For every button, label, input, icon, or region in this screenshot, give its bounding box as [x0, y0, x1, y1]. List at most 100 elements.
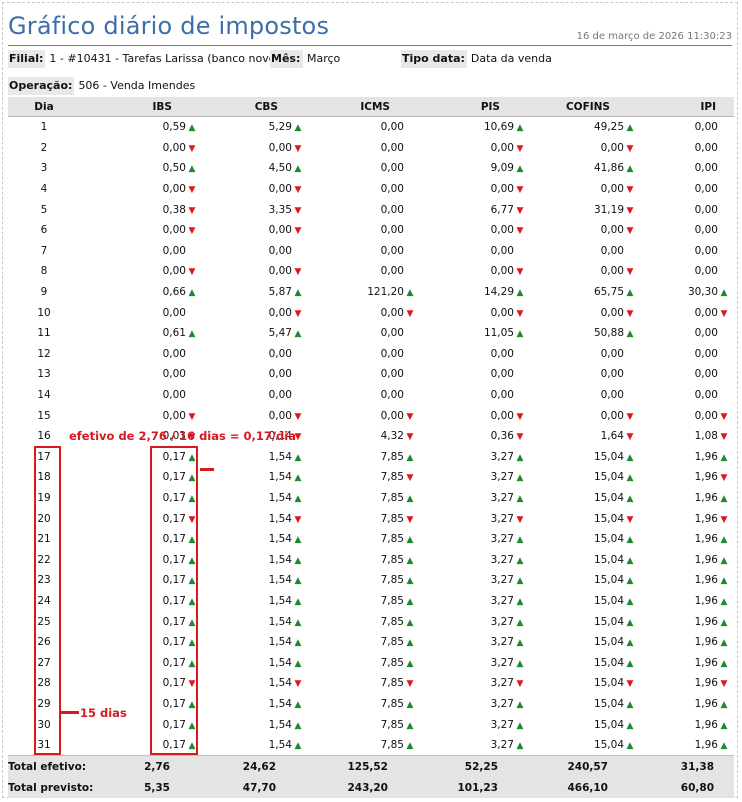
cell-value: 7,85 [380, 697, 404, 710]
cell-ipi: 1,96 ▲ [640, 714, 734, 735]
cell-value: 0,00 [600, 244, 624, 257]
cell-value: 11,05 [483, 327, 514, 340]
cell-dia: 1 [40, 121, 48, 134]
cell-value: 0,00 [380, 162, 404, 175]
arrow-down-icon: ▼ [406, 473, 414, 484]
cell-cbs: 1,54 ▲ [202, 652, 308, 673]
arrow-down-icon: ▼ [626, 679, 634, 690]
cell-pis: 3,27 ▲ [420, 570, 530, 591]
cell-value: 0,00 [380, 368, 404, 381]
arrow-down-icon: ▼ [294, 514, 302, 525]
cell-value: 5,29 [268, 121, 292, 134]
cell-dia: 3 [40, 162, 48, 175]
cell-value: 3,35 [268, 203, 292, 216]
arrow-up-icon: ▲ [626, 596, 634, 607]
cell-cbs: 0,00 [202, 385, 308, 406]
cell-pis: 0,00 ▼ [420, 302, 530, 323]
arrow-down-icon: ▼ [294, 679, 302, 690]
cell-value: 1,96 [694, 739, 718, 752]
cell-value: 0,00 [380, 121, 404, 134]
cell-value: 50,88 [593, 327, 624, 340]
arrow-down-icon: ▼ [188, 205, 196, 216]
cell-value: 7,85 [380, 450, 404, 463]
column-header-icms: ICMS [308, 97, 420, 117]
cell-pis: 0,00 [420, 385, 530, 406]
cell-value: 1,08 [694, 430, 718, 443]
arrow-up-icon: ▲ [720, 658, 728, 669]
cell-pis: 0,36 ▼ [420, 426, 530, 447]
arrow-up-icon: ▲ [188, 329, 196, 340]
cell-ipi: 0,00 [640, 323, 734, 344]
cell-cofins: 50,88 ▲ [530, 323, 640, 344]
cell-ibs: 0,59 ▲ [80, 117, 202, 138]
table-row: 9 0,66 ▲ 5,87 ▲ 121,20 ▲ 14,29 ▲ 65,75 ▲ 30,30 ▲ [8, 282, 734, 303]
cell-value: 7,85 [380, 677, 404, 690]
cell-value: 49,25 [593, 121, 624, 134]
arrow-up-icon: ▲ [626, 555, 634, 566]
cell-value: 0,00 [380, 244, 404, 257]
cell-cbs: 1,54 ▲ [202, 529, 308, 550]
cell-cbs: 1,54 ▲ [202, 735, 308, 756]
arrow-up-icon: ▲ [720, 493, 728, 504]
cell-pis: 0,00 ▼ [420, 179, 530, 200]
days-annotation-connector [61, 711, 79, 714]
arrow-up-icon: ▲ [406, 658, 414, 669]
cell-dia: 13 [37, 368, 51, 381]
cell-value: 0,00 [268, 347, 292, 360]
cell-value: 0,00 [694, 183, 718, 196]
cell-value: 15,04 [593, 533, 624, 546]
cell-icms: 0,00 [308, 385, 420, 406]
arrow-up-icon: ▲ [626, 576, 634, 587]
cell-value: 1,54 [268, 491, 292, 504]
cell-value: 121,20 [367, 286, 404, 299]
arrow-up-icon: ▲ [406, 576, 414, 587]
table-row: 25 0,17 ▲ 1,54 ▲ 7,85 ▲ 3,27 ▲ 15,04 ▲ 1,96 ▲ [8, 611, 734, 632]
cell-dia: 5 [40, 203, 48, 216]
cell-ipi: 1,96 ▲ [640, 549, 734, 570]
total-cofins: 240,57 [530, 755, 640, 778]
cell-pis: 3,27 ▲ [420, 611, 530, 632]
cell-icms: 0,00 [308, 241, 420, 262]
cell-ibs: 0,00 ▼ [80, 261, 202, 282]
cell-value: 0,00 [600, 368, 624, 381]
arrow-down-icon: ▼ [188, 143, 196, 154]
column-header-ipi: IPI [640, 97, 734, 117]
cell-value: 3,27 [490, 615, 514, 628]
cell-value: 0,00 [694, 306, 718, 319]
arrow-up-icon: ▲ [626, 473, 634, 484]
cell-icms: 7,85 ▲ [308, 632, 420, 653]
cell-value: 1,96 [694, 574, 718, 587]
cell-value: 0,00 [694, 162, 718, 175]
cell-cbs: 1,54 ▲ [202, 632, 308, 653]
arrow-up-icon: ▲ [516, 452, 524, 463]
cell-cbs: 0,00 ▼ [202, 405, 308, 426]
table-row: 6 0,00 ▼ 0,00 ▼ 0,00 0,00 ▼ 0,00 ▼ 0,00 [8, 220, 734, 241]
cell-value: 0,00 [694, 368, 718, 381]
cell-pis: 0,00 ▼ [420, 405, 530, 426]
cell-dia: 7 [40, 244, 48, 257]
cell-value: 0,00 [380, 389, 404, 402]
cell-value: 0,00 [162, 306, 186, 319]
cell-value: 0,00 [380, 224, 404, 237]
cell-value: 7,85 [380, 636, 404, 649]
cell-value: 3,27 [490, 574, 514, 587]
arrow-up-icon: ▲ [720, 555, 728, 566]
cell-ibs: 0,00 ▼ [80, 138, 202, 159]
report-title: Gráfico diário de impostos [8, 12, 330, 40]
cell-cbs: 0,00 [202, 364, 308, 385]
arrow-up-icon: ▲ [626, 638, 634, 649]
arrow-up-icon: ▲ [516, 617, 524, 628]
arrow-up-icon: ▲ [720, 452, 728, 463]
filter-filial: Filial: 1 - #10431 - Tarefas Larissa (ban… [8, 50, 280, 68]
cell-value: 7,85 [380, 533, 404, 546]
cell-cbs: 1,54 ▼ [202, 673, 308, 694]
cell-value: 0,00 [694, 224, 718, 237]
cell-ipi: 0,00 [640, 364, 734, 385]
total-icms: 125,52 [308, 755, 420, 778]
cell-cofins: 15,04 ▲ [530, 447, 640, 468]
cell-value: 0,36 [490, 430, 514, 443]
cell-value: 0,00 [162, 347, 186, 360]
total-label: Total previsto: [8, 777, 93, 799]
cell-value: 3,27 [490, 697, 514, 710]
cell-value: 0,00 [268, 409, 292, 422]
